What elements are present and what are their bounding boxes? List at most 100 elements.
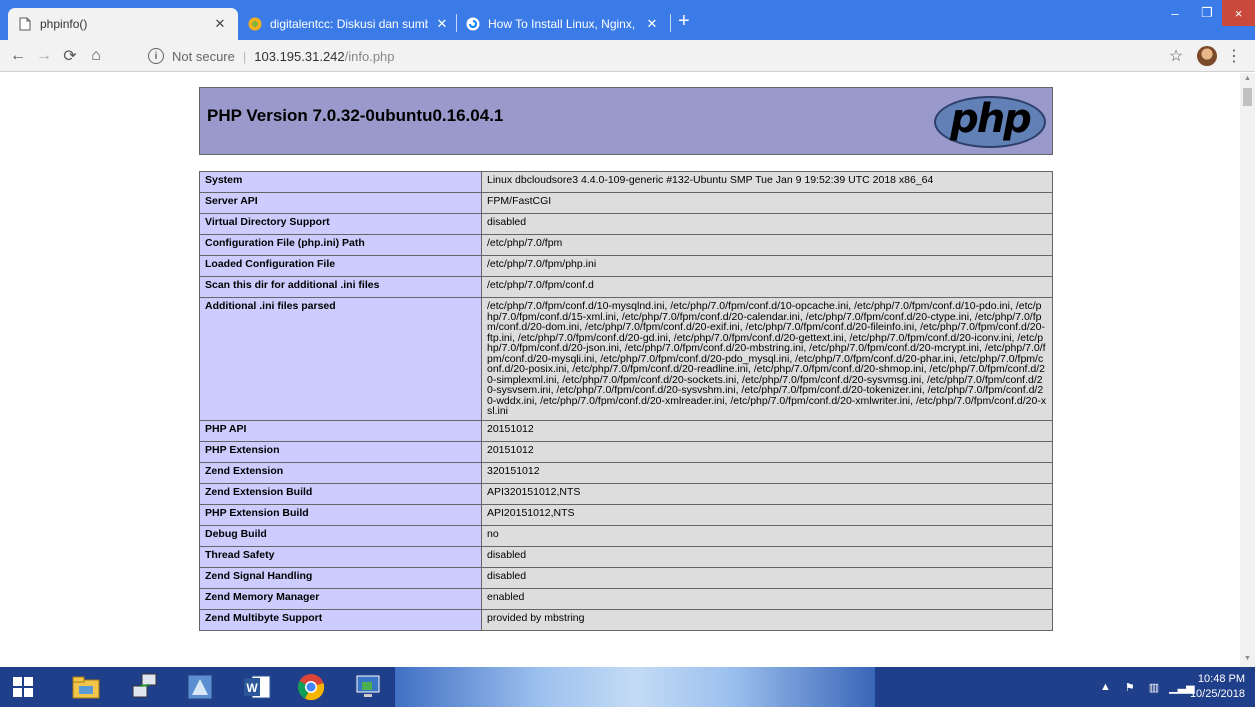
scroll-up-icon[interactable]: ▲ [1243,75,1252,85]
row-key: Virtual Directory Support [199,213,482,235]
close-tab-icon[interactable]: ✕ [212,16,228,32]
row-key: Zend Extension Build [199,482,482,505]
maximize-button[interactable]: ❐ [1192,0,1222,26]
table-row: Zend Multibyte Support provided by mbstri… [199,608,1053,631]
table-row: PHP Extension Build API20151012,NTS [199,503,1053,526]
tab-title: digitalentcc: Diskusi dan sumber [270,17,428,31]
back-arrow-icon: ← [10,47,26,64]
taskbar: W ▲ ⚑ ▥ ▁▃▅ 10:48 PM 10/25/2018 [0,667,1255,707]
url-host: 103.195.31.242 [254,48,345,64]
system-tray: ▲ ⚑ ▥ ▁▃▅ [1100,667,1195,707]
tab-digitalentcc[interactable]: digitalentcc: Diskusi dan sumber ✕ [238,8,460,40]
row-value: 320151012 [481,461,1053,484]
windows-start-icon [13,677,33,697]
digitalocean-favicon [466,17,480,31]
row-key: System [199,171,482,193]
page-title: PHP Version 7.0.32-0ubuntu0.16.04.1 [207,106,504,125]
table-row: Zend Extension Build API320151012,NTS [199,482,1053,505]
minimize-button[interactable]: – [1160,0,1190,26]
table-row: Zend Signal Handling disabled [199,566,1053,589]
row-key: Loaded Configuration File [199,255,482,277]
row-value: 20151012 [481,440,1053,463]
bookmark-star-button[interactable]: ☆ [1166,46,1186,66]
row-value: provided by mbstring [481,608,1053,631]
forward-arrow-icon: → [36,47,52,64]
table-row: PHP Extension 20151012 [199,440,1053,463]
reload-icon: ⟳ [63,48,77,65]
taskbar-remote-desktop[interactable] [345,670,391,704]
close-tab-icon[interactable]: ✕ [434,16,450,32]
info-icon[interactable]: i [148,48,164,64]
taskbar-file-explorer[interactable] [63,670,109,704]
address-bar[interactable]: i Not secure | 103.195.31.242 /info.php [140,44,1155,68]
avatar[interactable] [1197,46,1217,66]
home-button[interactable]: ⌂ [86,46,106,66]
taskbar-word[interactable]: W [234,670,280,704]
star-icon: ☆ [1168,48,1184,65]
taskbar-network-app[interactable] [122,670,168,704]
taskbar-decoration [395,667,875,707]
phpinfo-table: System Linux dbcloudsore3 4.4.0-109-gener… [199,171,1053,631]
menu-button[interactable]: ⋮ [1224,46,1244,66]
forward-button[interactable]: → [34,46,54,66]
row-value: Linux dbcloudsore3 4.4.0-109-generic #13… [481,171,1053,193]
row-value: disabled [481,213,1053,235]
table-row: Thread Safety disabled [199,545,1053,568]
svg-text:W: W [246,681,258,695]
taskbar-app[interactable] [177,670,223,704]
row-value: /etc/php/7.0/fpm/conf.d [481,276,1053,298]
new-tab-button[interactable]: + [678,11,690,31]
row-key: Zend Memory Manager [199,587,482,610]
row-key: Server API [199,192,482,214]
row-key: Debug Build [199,524,482,547]
row-key: Additional .ini files parsed [199,297,482,421]
table-row: System Linux dbcloudsore3 4.4.0-109-gener… [199,171,1053,193]
tab-phpinfo[interactable]: phpinfo() ✕ [8,8,238,40]
row-key: Configuration File (php.ini) Path [199,234,482,256]
row-value: 20151012 [481,419,1053,442]
row-key: PHP API [199,419,482,442]
table-row: Configuration File (php.ini) Path/etc/ph… [199,234,1053,256]
tab-title: How To Install Linux, Nginx, MyS [488,17,638,31]
row-value: API20151012,NTS [481,503,1053,526]
table-row: Scan this dir for additional .ini files /… [199,276,1053,298]
security-label: Not secure [172,48,235,64]
taskbar-clock[interactable]: 10:48 PM 10/25/2018 [1190,672,1245,702]
scroll-down-icon[interactable]: ▼ [1243,655,1252,665]
address-divider: | [242,48,247,64]
taskbar-chrome[interactable] [288,670,334,704]
table-row: Zend Extension 320151012 [199,461,1053,484]
row-value: /etc/php/7.0/fpm/conf.d/10-mysqlnd.ini, … [481,297,1053,421]
row-value: no [481,524,1053,547]
start-button[interactable] [0,670,46,704]
table-row: Additional .ini files parsed/etc/php/7.0… [199,297,1053,421]
home-icon: ⌂ [91,47,101,64]
row-value: /etc/php/7.0/fpm [481,234,1053,256]
clock-time: 10:48 PM [1197,673,1245,685]
php-header: PHP Version 7.0.32-0ubuntu0.16.04.1 php [199,87,1053,155]
back-button[interactable]: ← [8,46,28,66]
php-header-wrap: PHP Version 7.0.32-0ubuntu0.16.04.1 php [199,87,1053,155]
row-key: PHP Extension [199,440,482,463]
file-explorer-icon [72,676,100,699]
network-icon[interactable]: ▥ [1149,681,1159,694]
chevron-up-icon[interactable]: ▲ [1100,681,1111,693]
digitalentcc-favicon [248,17,262,31]
row-value: API320151012,NTS [481,482,1053,505]
word-icon: W [244,675,271,699]
table-row: Server API FPM/FastCGI [199,192,1053,214]
kebab-menu-icon: ⋮ [1226,48,1242,65]
close-window-button[interactable]: × [1222,0,1255,26]
vertical-scrollbar[interactable]: ▲ ▼ [1240,73,1255,667]
document-icon [18,17,32,31]
close-tab-icon[interactable]: ✕ [644,16,660,32]
table-row: Loaded Configuration File/etc/php/7.0/fp… [199,255,1053,277]
flag-icon[interactable]: ⚑ [1125,681,1135,694]
table-row: Virtual Directory Support disabled [199,213,1053,235]
scrollbar-thumb[interactable] [1243,88,1252,106]
reload-button[interactable]: ⟳ [60,46,80,66]
row-key: Thread Safety [199,545,482,568]
network-app-icon [132,673,157,698]
tab-how-to-install[interactable]: How To Install Linux, Nginx, MyS ✕ [456,8,670,40]
url-path: /info.php [344,48,395,64]
